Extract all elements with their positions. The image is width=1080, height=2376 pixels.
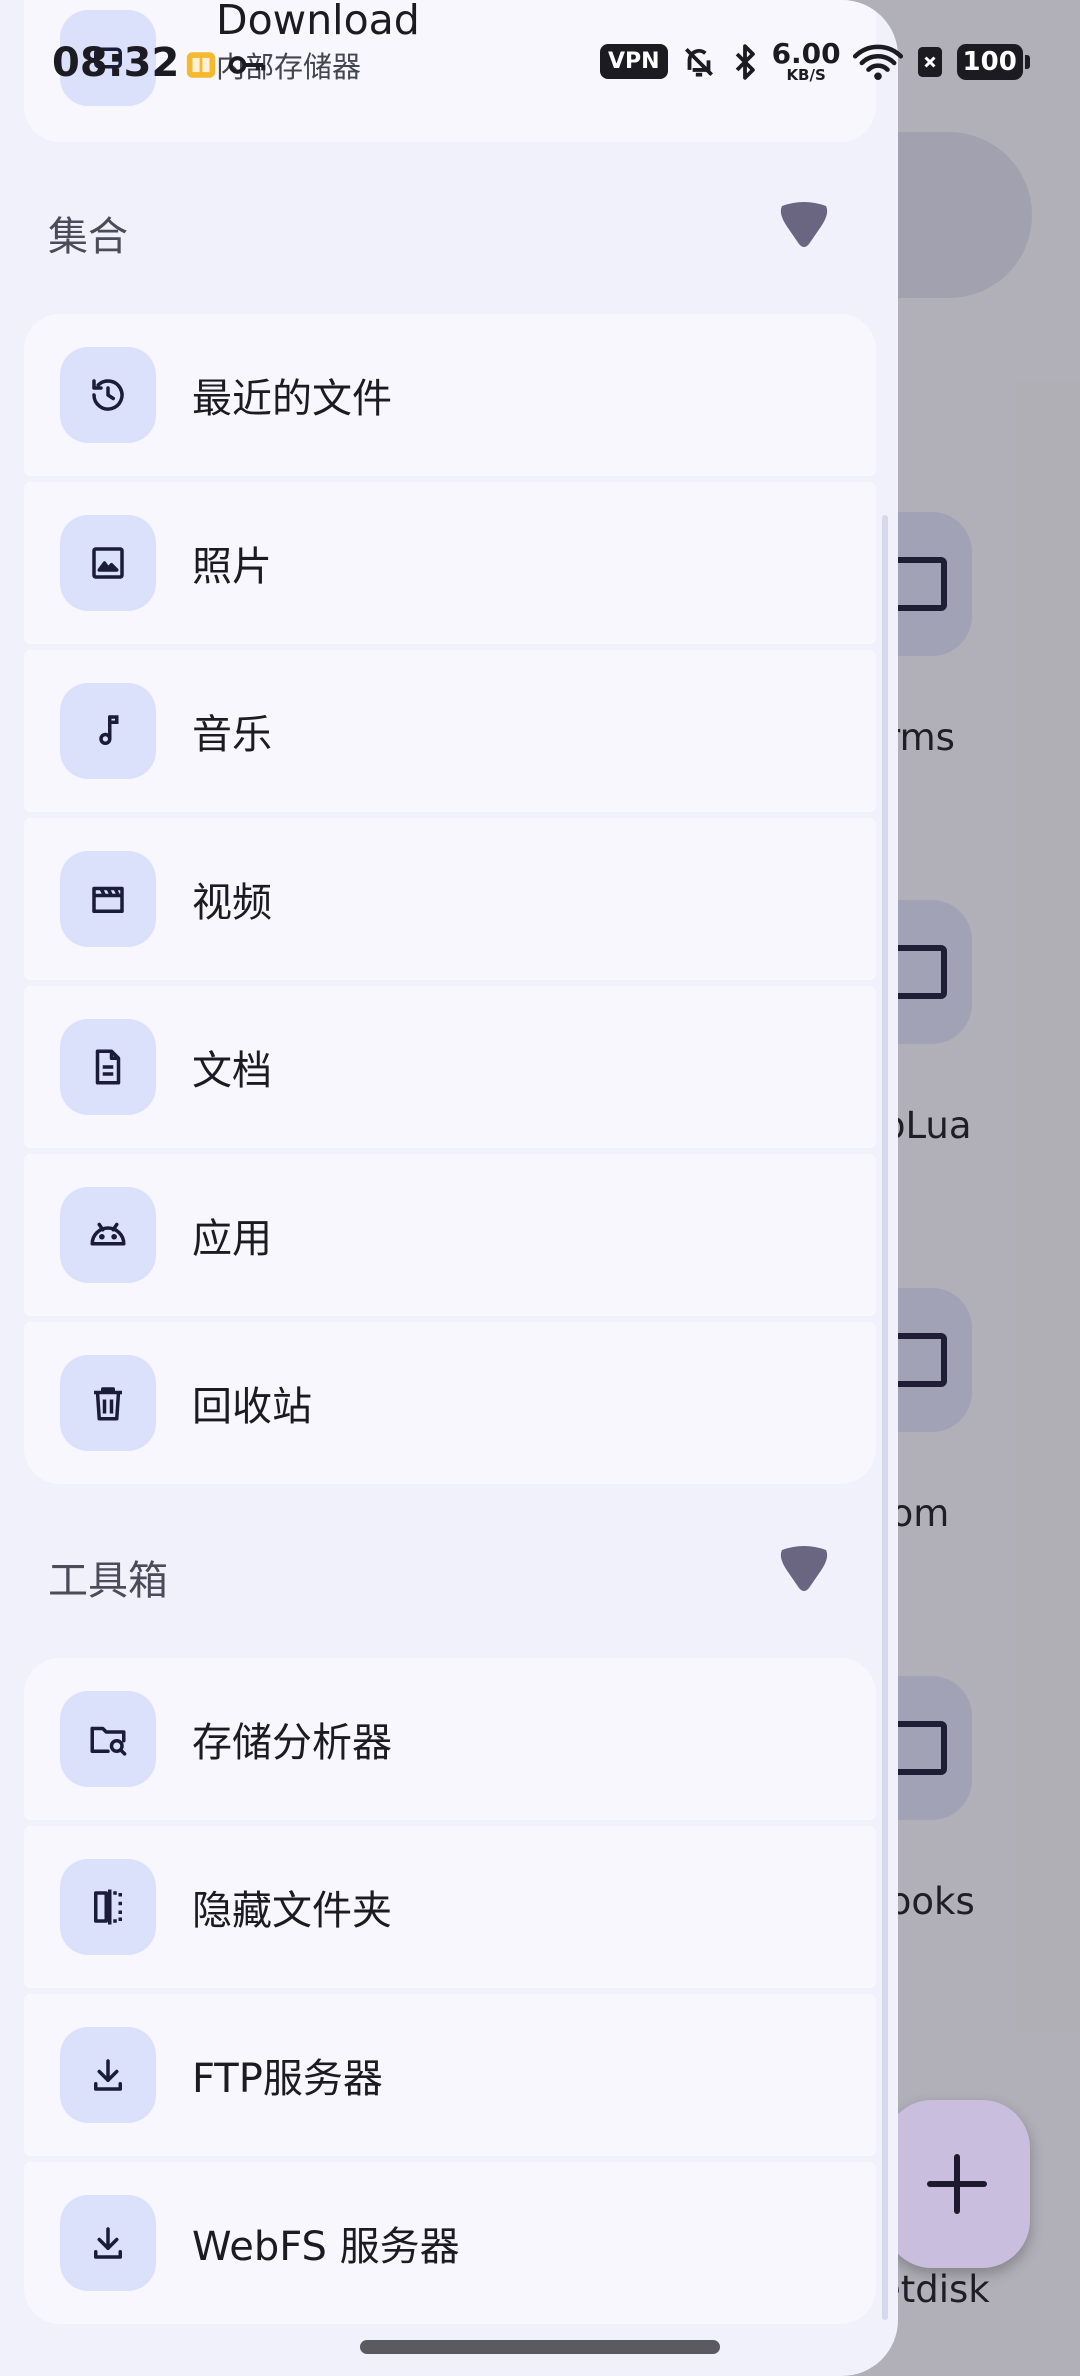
hidden-folder-icon (60, 1859, 156, 1955)
battery-indicator: 100 (956, 43, 1030, 80)
chevron-down-icon (780, 1546, 828, 1591)
collection-item-recycle-bin[interactable]: 回收站 (24, 1322, 876, 1484)
collection-item-label: 文档 (192, 1048, 272, 1094)
network-speed-unit: KB/S (786, 66, 826, 84)
vpn-badge: VPN (600, 44, 668, 79)
tool-item-storage-analyzer[interactable]: 存储分析器 (24, 1658, 876, 1820)
tool-item-label: 存储分析器 (192, 1720, 392, 1766)
collection-item-photos[interactable]: 照片 (24, 482, 876, 644)
plus-icon (927, 2154, 987, 2214)
folder-search-icon (60, 1691, 156, 1787)
toolbox-section-header[interactable]: 工具箱 (0, 1512, 898, 1632)
tool-item-webfs-server[interactable]: WebFS 服务器 (24, 2162, 876, 2324)
collection-item-music[interactable]: 音乐 (24, 650, 876, 812)
tool-item-hidden-folders[interactable]: 隐藏文件夹 (24, 1826, 876, 1988)
collection-item-label: 音乐 (192, 712, 272, 758)
collection-item-recent[interactable]: 最近的文件 (24, 314, 876, 476)
movie-icon (60, 851, 156, 947)
bluetooth-icon (735, 43, 755, 80)
tool-item-label: WebFS 服务器 (192, 2224, 460, 2270)
collections-section-header[interactable]: 集合 (0, 168, 898, 288)
sim-off-icon (917, 46, 942, 77)
network-speed-value: 6.00 (771, 37, 841, 70)
android-icon (60, 1187, 156, 1283)
tool-item-label: FTP服务器 (192, 2056, 383, 2102)
section-title: 工具箱 (48, 1558, 168, 1604)
key-icon (228, 56, 266, 74)
bell-off-icon (684, 47, 713, 77)
download-icon (60, 2027, 156, 2123)
status-bar: 08:32 VPN 6.00 KB/S 100 (0, 0, 1080, 120)
collection-item-label: 照片 (192, 544, 272, 590)
wifi-icon (852, 44, 903, 80)
notification-icons (184, 48, 266, 82)
book-icon (186, 52, 216, 78)
collection-item-label: 最近的文件 (192, 376, 392, 422)
collection-item-label: 应用 (192, 1216, 272, 1262)
home-indicator[interactable] (360, 2340, 720, 2354)
image-icon (60, 515, 156, 611)
music-note-icon (60, 683, 156, 779)
history-icon (60, 347, 156, 443)
collection-item-label: 视频 (192, 880, 272, 926)
download-icon (60, 2195, 156, 2291)
drawer-scrollbar[interactable] (882, 515, 888, 2320)
collection-item-label: 回收站 (192, 1384, 312, 1430)
system-icons: VPN 6.00 KB/S 100 (600, 40, 1030, 83)
status-time: 08:32 (52, 40, 180, 86)
tool-item-label: 隐藏文件夹 (192, 1888, 392, 1934)
network-speed: 6.00 KB/S (772, 40, 841, 83)
collection-item-videos[interactable]: 视频 (24, 818, 876, 980)
collection-item-documents[interactable]: 文档 (24, 986, 876, 1148)
trash-icon (60, 1355, 156, 1451)
chevron-down-icon (780, 202, 828, 247)
document-icon (60, 1019, 156, 1115)
add-fab-button[interactable] (884, 2100, 1030, 2268)
section-title: 集合 (48, 214, 128, 260)
navigation-drawer: Download 内部存储器 集合 最近的文件 照片 音乐 视频 文档 应用 回… (0, 0, 898, 2376)
collection-item-apps[interactable]: 应用 (24, 1154, 876, 1316)
tool-item-ftp-server[interactable]: FTP服务器 (24, 1994, 876, 2156)
